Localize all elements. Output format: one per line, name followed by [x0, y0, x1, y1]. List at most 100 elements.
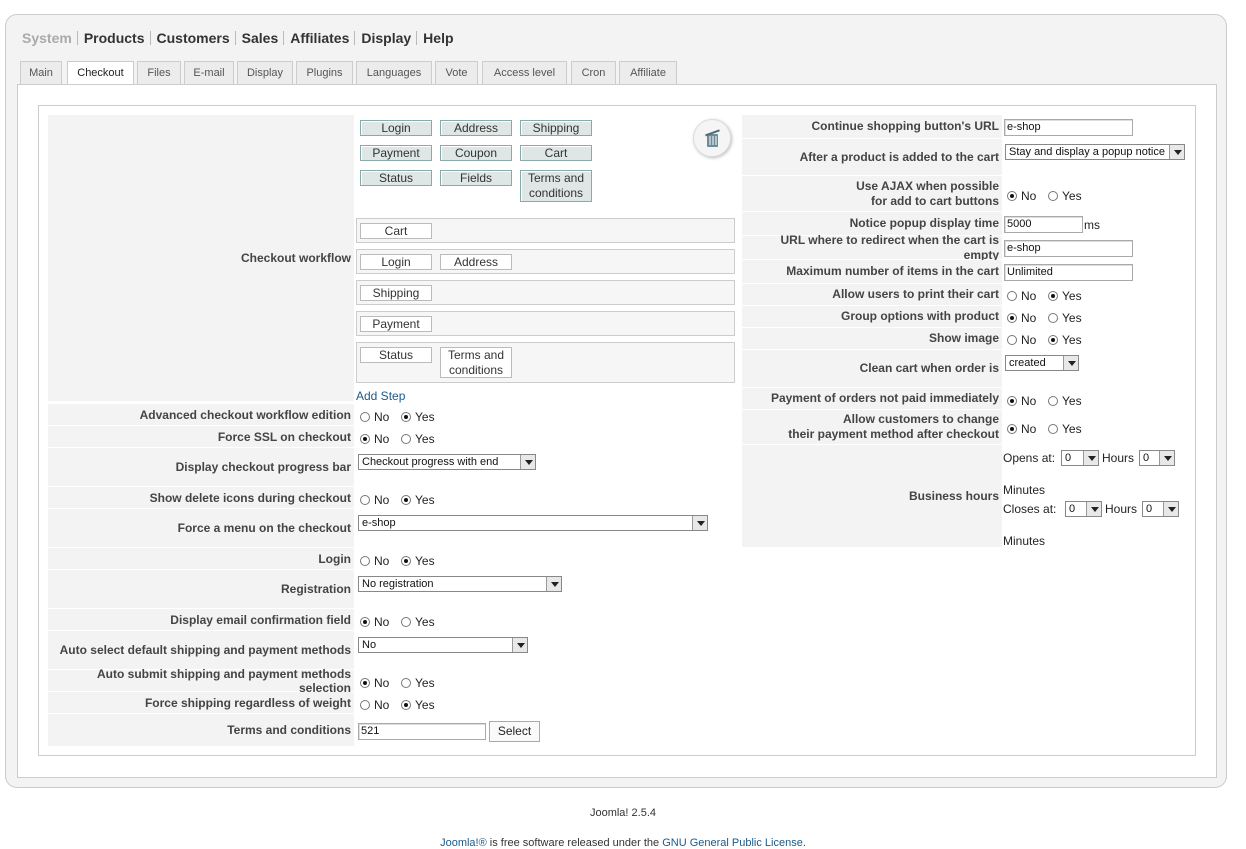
- workflow-step-3[interactable]: Shipping: [356, 280, 735, 305]
- tab-checkout[interactable]: Checkout: [67, 61, 134, 86]
- palette-status[interactable]: Status: [360, 170, 432, 186]
- menu-sales[interactable]: Sales: [242, 30, 279, 46]
- workflow-step-2[interactable]: Login Address: [356, 249, 735, 274]
- step-address[interactable]: Address: [440, 254, 512, 270]
- delete-icons-yes[interactable]: Yes: [401, 493, 435, 507]
- step-login[interactable]: Login: [360, 254, 432, 270]
- show-image-yes[interactable]: Yes: [1048, 333, 1082, 347]
- terms-select-button[interactable]: Select: [489, 721, 540, 742]
- force-ssl-no[interactable]: No: [360, 432, 389, 446]
- tab-access-level[interactable]: Access level: [482, 61, 567, 85]
- email-confirm-no[interactable]: No: [360, 615, 389, 629]
- show-image-no[interactable]: No: [1007, 333, 1036, 347]
- trash-icon[interactable]: [693, 119, 731, 157]
- print-cart-yes[interactable]: Yes: [1048, 289, 1082, 303]
- label-ajax: Use AJAX when possible for add to cart bu…: [742, 176, 1002, 212]
- palette-shipping[interactable]: Shipping: [520, 120, 592, 136]
- not-paid-yes[interactable]: Yes: [1048, 394, 1082, 408]
- menu-display[interactable]: Display: [361, 30, 411, 46]
- palette-payment[interactable]: Payment: [360, 145, 432, 161]
- step-terms[interactable]: Terms and conditions: [440, 347, 512, 378]
- footer-version: Joomla! 2.5.4: [589, 807, 657, 819]
- change-payment-yes[interactable]: Yes: [1048, 422, 1082, 436]
- tab-vote[interactable]: Vote: [435, 61, 478, 85]
- change-payment-no[interactable]: No: [1007, 422, 1036, 436]
- step-payment[interactable]: Payment: [360, 316, 432, 332]
- workflow-step-4[interactable]: Payment: [356, 311, 735, 336]
- label-terms: Terms and conditions: [48, 714, 354, 747]
- tab-files[interactable]: Files: [137, 61, 181, 85]
- group-options-no[interactable]: No: [1007, 311, 1036, 325]
- palette-coupon[interactable]: Coupon: [440, 145, 512, 161]
- open-hours-select[interactable]: 0: [1061, 450, 1099, 466]
- group-options-yes[interactable]: Yes: [1048, 311, 1082, 325]
- notice-time-input[interactable]: 5000: [1004, 216, 1083, 233]
- tab-display[interactable]: Display: [237, 61, 293, 85]
- label-group-options: Group options with product: [742, 306, 1002, 328]
- auto-submit-no[interactable]: No: [360, 676, 389, 690]
- open-minutes-select[interactable]: 0: [1139, 450, 1175, 466]
- label-show-image: Show image: [742, 328, 1002, 350]
- max-items-input[interactable]: Unlimited: [1004, 264, 1133, 281]
- label-email-confirm: Display email confirmation field: [48, 609, 354, 631]
- close-minutes-select[interactable]: 0: [1142, 501, 1179, 517]
- advanced-no[interactable]: No: [360, 410, 389, 424]
- menu-products[interactable]: Products: [84, 30, 145, 46]
- step-status[interactable]: Status: [360, 347, 432, 363]
- print-cart-no[interactable]: No: [1007, 289, 1036, 303]
- notice-time-unit: ms: [1084, 218, 1100, 232]
- email-confirm-yes[interactable]: Yes: [401, 615, 435, 629]
- force-shipping-no[interactable]: No: [360, 698, 389, 712]
- tab-main[interactable]: Main: [20, 61, 62, 85]
- delete-icons-no[interactable]: No: [360, 493, 389, 507]
- registration-select[interactable]: No registration: [358, 576, 562, 592]
- auto-submit-yes[interactable]: Yes: [401, 676, 435, 690]
- license-link[interactable]: GNU General Public License: [662, 837, 803, 849]
- label-progress-bar: Display checkout progress bar: [48, 448, 354, 487]
- palette-fields[interactable]: Fields: [440, 170, 512, 186]
- ajax-no[interactable]: No: [1007, 189, 1036, 203]
- label-force-menu: Force a menu on the checkout: [48, 509, 354, 548]
- add-step-link[interactable]: Add Step: [356, 389, 405, 403]
- open-minutes-label: Minutes: [1003, 483, 1046, 497]
- continue-url-input[interactable]: e-shop: [1004, 119, 1133, 136]
- palette-address[interactable]: Address: [440, 120, 512, 136]
- label-checkout-workflow: Checkout workflow: [48, 115, 354, 402]
- tab-languages[interactable]: Languages: [356, 61, 432, 85]
- label-max-items: Maximum number of items in the cart: [742, 260, 1002, 284]
- workflow-step-1[interactable]: Cart: [356, 218, 735, 243]
- tab-email[interactable]: E-mail: [184, 61, 234, 85]
- step-cart[interactable]: Cart: [360, 223, 432, 239]
- menu-customers[interactable]: Customers: [157, 30, 230, 46]
- tab-plugins[interactable]: Plugins: [296, 61, 353, 85]
- menu-system[interactable]: System: [22, 30, 72, 46]
- redirect-url-input[interactable]: e-shop: [1004, 240, 1133, 257]
- label-delete-icons: Show delete icons during checkout: [48, 487, 354, 509]
- open-hours-label: Hours: [1102, 451, 1135, 465]
- tab-cron[interactable]: Cron: [571, 61, 616, 85]
- force-shipping-yes[interactable]: Yes: [401, 698, 435, 712]
- progress-bar-select[interactable]: Checkout progress with end: [358, 454, 536, 470]
- login-yes[interactable]: Yes: [401, 554, 435, 568]
- menu-help[interactable]: Help: [423, 30, 453, 46]
- terms-input[interactable]: 521: [358, 723, 486, 740]
- close-hours-select[interactable]: 0: [1065, 501, 1102, 517]
- clean-cart-select[interactable]: created: [1005, 355, 1079, 371]
- auto-select-select[interactable]: No: [358, 637, 528, 653]
- advanced-yes[interactable]: Yes: [401, 410, 435, 424]
- ajax-yes[interactable]: Yes: [1048, 189, 1082, 203]
- force-menu-select[interactable]: e-shop: [358, 515, 708, 531]
- palette-terms[interactable]: Terms and conditions: [520, 170, 592, 202]
- joomla-link[interactable]: Joomla!®: [440, 837, 487, 849]
- step-shipping[interactable]: Shipping: [360, 285, 432, 301]
- palette-login[interactable]: Login: [360, 120, 432, 136]
- not-paid-no[interactable]: No: [1007, 394, 1036, 408]
- after-add-select[interactable]: Stay and display a popup notice: [1005, 144, 1185, 160]
- menu-affiliates[interactable]: Affiliates: [290, 30, 349, 46]
- tab-affiliate[interactable]: Affiliate: [619, 61, 677, 85]
- workflow-step-5[interactable]: Status Terms and conditions: [356, 342, 735, 383]
- login-no[interactable]: No: [360, 554, 389, 568]
- force-ssl-yes[interactable]: Yes: [401, 432, 435, 446]
- top-menu: System Products Customers Sales Affiliates Di…: [22, 30, 454, 46]
- palette-cart[interactable]: Cart: [520, 145, 592, 161]
